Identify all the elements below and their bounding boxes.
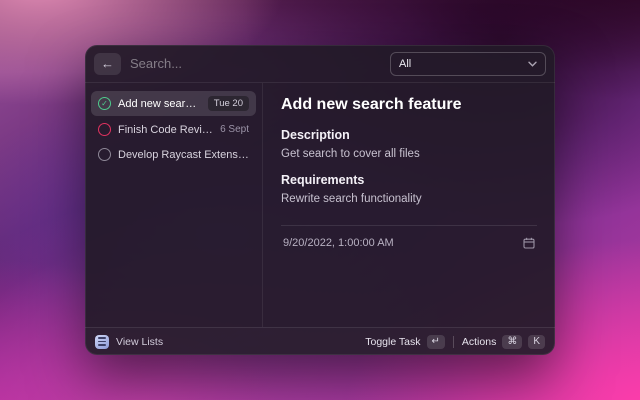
- task-detail-panel: Add new search feature Description Get s…: [263, 83, 555, 327]
- task-title: Develop Raycast Extension: [118, 149, 249, 161]
- footer-divider: [453, 336, 454, 348]
- task-open-icon[interactable]: [98, 148, 111, 161]
- task-title: Add new search feature: [118, 98, 201, 110]
- due-date-value: 9/20/2022, 1:00:00 AM: [283, 237, 394, 249]
- detail-title: Add new search feature: [281, 96, 537, 114]
- chevron-down-icon: [528, 61, 537, 67]
- toggle-task-button[interactable]: Toggle Task: [365, 336, 420, 348]
- section-heading-description: Description: [281, 128, 537, 142]
- task-date-badge: Tue 20: [208, 96, 249, 111]
- due-date-field[interactable]: 9/20/2022, 1:00:00 AM: [281, 225, 537, 259]
- section-body-description: Get search to cover all files: [281, 148, 537, 160]
- search-input[interactable]: [130, 56, 381, 71]
- actions-button[interactable]: Actions: [462, 336, 496, 348]
- main-content: ✓ Add new search feature Tue 20 Finish C…: [85, 83, 555, 327]
- search-header: ← All: [85, 45, 555, 83]
- footer-actions: Toggle Task ↵ Actions ⌘ K: [365, 335, 545, 349]
- back-arrow-icon: ←: [101, 56, 114, 71]
- list-item-add-new-search-feature[interactable]: ✓ Add new search feature Tue 20: [91, 91, 256, 116]
- action-bar: View Lists Toggle Task ↵ Actions ⌘ K: [85, 327, 555, 355]
- section-body-requirements: Rewrite search functionality: [281, 193, 537, 205]
- task-title: Finish Code Reviews: [118, 124, 213, 136]
- raycast-window: ← All ✓ Add new search feature Tue 20 Fi…: [85, 45, 555, 355]
- k-key-badge: K: [528, 335, 545, 349]
- filter-dropdown[interactable]: All: [390, 52, 546, 76]
- enter-key-badge: ↵: [427, 335, 445, 349]
- filter-dropdown-value: All: [399, 58, 411, 70]
- list-item-develop-raycast-extension[interactable]: Develop Raycast Extension: [91, 143, 256, 166]
- calendar-icon[interactable]: [523, 237, 535, 249]
- task-done-icon[interactable]: ✓: [98, 97, 111, 110]
- task-open-red-icon[interactable]: [98, 123, 111, 136]
- task-list: ✓ Add new search feature Tue 20 Finish C…: [85, 83, 263, 327]
- task-date: 6 Sept: [220, 124, 249, 135]
- cmd-key-badge: ⌘: [502, 335, 522, 349]
- footer-context-label: View Lists: [116, 336, 163, 348]
- section-heading-requirements: Requirements: [281, 173, 537, 187]
- view-lists-icon: [95, 335, 109, 349]
- check-glyph: ✓: [101, 100, 108, 108]
- list-item-finish-code-reviews[interactable]: Finish Code Reviews 6 Sept: [91, 118, 256, 141]
- back-button[interactable]: ←: [94, 53, 121, 75]
